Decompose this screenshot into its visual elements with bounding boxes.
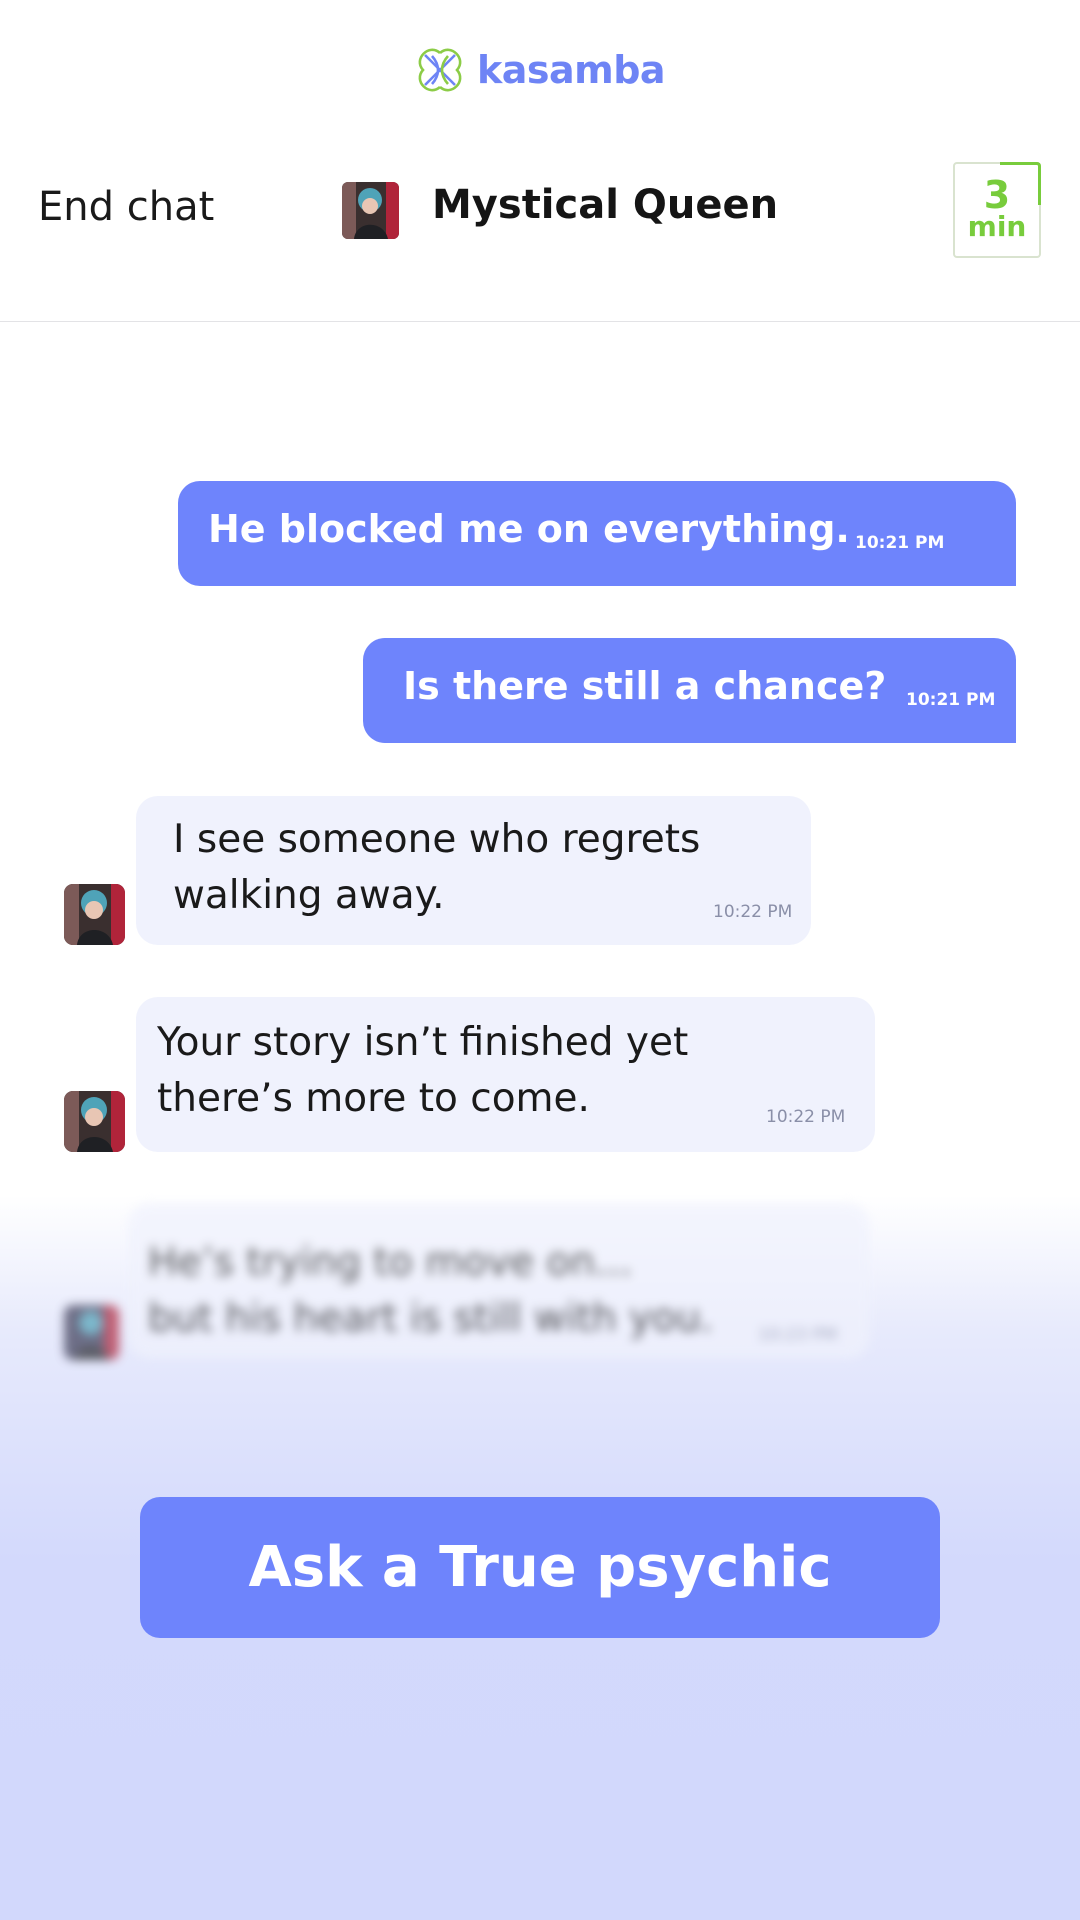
end-chat-button[interactable]: End chat	[38, 184, 214, 230]
psychic-portrait-icon	[64, 1305, 119, 1360]
message-text: I see someone who regrets walking away.	[173, 812, 733, 924]
message-time: 10:23 PM	[758, 1325, 838, 1345]
chat-timer: 3 min	[953, 162, 1041, 258]
psychic-avatar	[64, 1091, 125, 1152]
psychic-avatar	[342, 182, 399, 239]
message-line: but his heart is still with you.	[148, 1296, 714, 1341]
message-text: He blocked me on everything.	[208, 507, 850, 551]
message-time: 10:22 PM	[713, 902, 793, 922]
message-time: 10:21 PM	[906, 690, 996, 710]
ask-psychic-button[interactable]: Ask a True psychic	[140, 1497, 940, 1638]
header-divider	[0, 321, 1080, 322]
psychic-avatar	[64, 884, 125, 945]
psychic-name: Mystical Queen	[432, 182, 779, 228]
kasamba-logo-icon	[418, 48, 462, 92]
message-line: I see someone who regrets	[173, 817, 701, 862]
message-time: 10:22 PM	[766, 1107, 846, 1127]
brand-name: kasamba	[476, 48, 666, 92]
psychic-avatar	[64, 1305, 119, 1360]
timer-progress-icon	[1000, 162, 1041, 205]
message-time: 10:21 PM	[855, 533, 945, 553]
psychic-portrait-icon	[64, 1091, 125, 1152]
timer-unit: min	[967, 210, 1027, 243]
incoming-message: I see someone who regrets walking away. …	[136, 796, 811, 945]
outgoing-message: Is there still a chance? 10:21 PM	[363, 638, 1016, 743]
psychic-portrait-icon	[342, 182, 399, 239]
chat-header: End chat Mystical Queen 3 min	[0, 150, 1080, 270]
brand-header: kasamba	[0, 44, 1080, 96]
message-text: He’s trying to move on... but his heart …	[148, 1235, 748, 1347]
message-line: walking away.	[173, 873, 445, 918]
incoming-message-blurred: He’s trying to move on... but his heart …	[128, 1203, 870, 1358]
psychic-portrait-icon	[64, 884, 125, 945]
message-line: He’s trying to move on...	[148, 1240, 633, 1285]
message-line: there’s more to come.	[157, 1076, 590, 1121]
message-line: Your story isn’t finished yet	[157, 1020, 689, 1065]
message-text: Your story isn’t finished yet there’s mo…	[157, 1015, 717, 1127]
outgoing-message: He blocked me on everything. 10:21 PM	[178, 481, 1016, 586]
message-text: Is there still a chance?	[403, 664, 887, 708]
incoming-message: Your story isn’t finished yet there’s mo…	[136, 997, 875, 1152]
